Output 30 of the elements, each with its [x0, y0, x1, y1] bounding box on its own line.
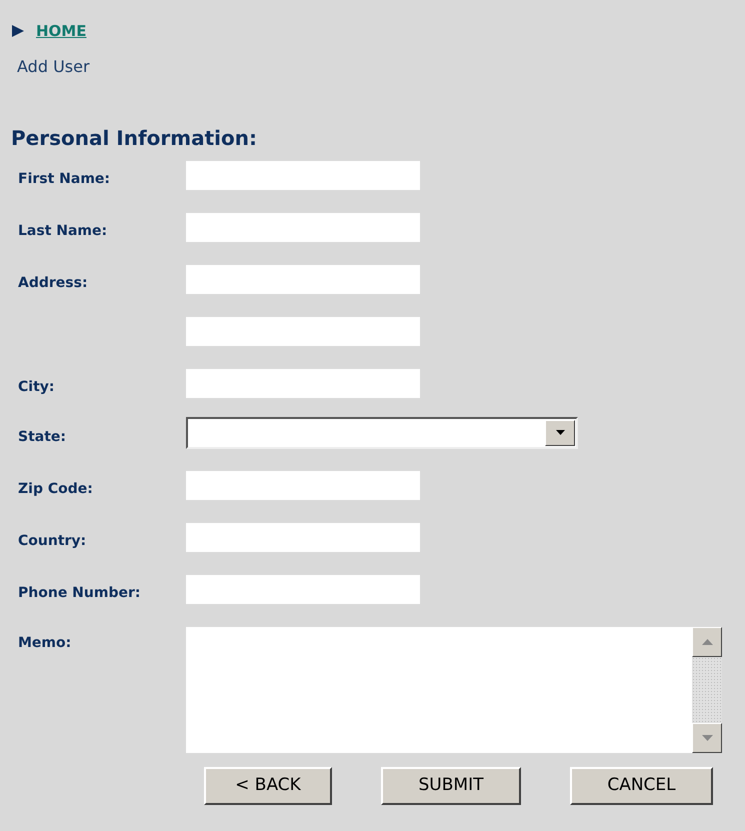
scroll-up-icon[interactable] — [702, 638, 712, 644]
page-title: Add User — [17, 56, 90, 76]
form-button[interactable]: CANCEL — [570, 766, 713, 804]
field-label: State: — [18, 428, 66, 444]
input-field[interactable] — [186, 522, 420, 552]
input-field[interactable] — [186, 316, 420, 346]
caret-icon — [556, 430, 564, 435]
input-field[interactable] — [186, 212, 420, 242]
scroll-down-icon[interactable] — [702, 734, 712, 740]
state-dropdown[interactable] — [186, 416, 578, 448]
memo-field[interactable] — [186, 626, 722, 752]
field-label: First Name: — [18, 170, 110, 186]
field-label: Country: — [18, 532, 86, 548]
triangle-icon — [12, 25, 24, 38]
section-heading: Personal Information: — [11, 126, 257, 150]
input-field[interactable] — [186, 368, 420, 398]
home-link[interactable]: HOME — [36, 20, 86, 42]
field-label: Phone Number: — [18, 584, 140, 600]
form-button[interactable]: < BACK — [204, 766, 332, 804]
field-label: Zip Code: — [18, 480, 93, 496]
input-field[interactable] — [186, 264, 420, 294]
field-label: Address: — [18, 274, 88, 290]
input-field[interactable] — [186, 470, 420, 500]
field-label: City: — [18, 378, 54, 394]
field-label: Last Name: — [18, 222, 108, 238]
field-label: Memo: — [18, 634, 72, 650]
input-field[interactable] — [186, 574, 420, 604]
input-field[interactable] — [186, 160, 420, 190]
scrollbar[interactable] — [692, 626, 722, 752]
form-button[interactable]: SUBMIT — [381, 766, 521, 804]
